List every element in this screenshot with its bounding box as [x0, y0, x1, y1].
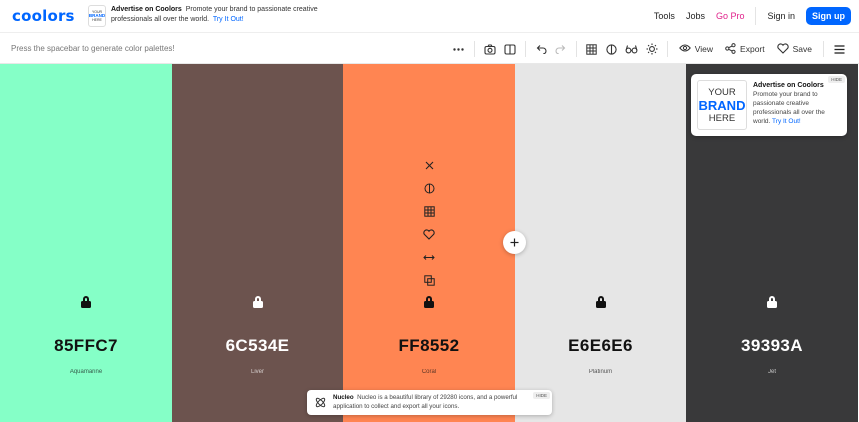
view-label: View [694, 44, 714, 54]
favorite-heart-icon[interactable] [422, 227, 436, 241]
sign-in-link[interactable]: Sign in [767, 11, 795, 21]
brightness-icon[interactable] [642, 40, 662, 58]
grid-view-icon[interactable] [582, 40, 602, 58]
toolbar-divider [524, 41, 526, 57]
shades-icon[interactable] [422, 181, 436, 195]
add-color-plus-icon[interactable] [503, 231, 526, 254]
hex-code[interactable]: 6C534E [172, 336, 343, 356]
color-name: Liver [250, 369, 264, 375]
top-navigation-bar: coolors YOUR BRAND HERE Advertise on Coo… [0, 0, 859, 32]
undo-icon[interactable] [531, 40, 551, 58]
hex-code[interactable]: 85FFC7 [0, 336, 172, 356]
export-label: Export [740, 44, 765, 54]
share-icon [725, 42, 736, 56]
hex-code[interactable]: FF8552 [343, 336, 515, 356]
main-nav: Tools Jobs Go Pro Sign in Sign up [643, 7, 851, 25]
ad-brand-logo: YOUR BRAND HERE [88, 5, 106, 27]
more-options-icon[interactable] [449, 40, 469, 58]
toolbar-divider [823, 41, 824, 57]
nav-divider [755, 7, 757, 25]
lock-icon[interactable] [595, 296, 606, 308]
color-name: Jet [767, 369, 776, 375]
header-ad-link[interactable]: Try It Out! [213, 16, 244, 23]
spacebar-hint: Press the spacebar to generate color pal… [11, 44, 175, 53]
color-name: Coral [421, 369, 437, 375]
color-name: Platinum [588, 369, 613, 375]
save-button[interactable]: Save [771, 40, 818, 58]
hex-code[interactable]: E6E6E6 [515, 336, 686, 356]
header-ad[interactable]: YOUR BRAND HERE Advertise on Coolors Pro… [88, 5, 331, 27]
color-swatch[interactable]: 6C534E Liver [172, 64, 343, 422]
glasses-icon[interactable] [622, 40, 642, 58]
hex-code[interactable]: 39393A [686, 336, 858, 356]
view-button[interactable]: View [673, 40, 719, 58]
grid-icon[interactable] [422, 204, 436, 218]
sidebar-ad-card[interactable]: YOUR BRAND HERE Advertise on Coolors Pro… [691, 74, 847, 136]
nucleo-ad-text: Nucleo Nucleo is a beautiful library of … [333, 394, 518, 410]
drag-arrows-icon[interactable] [422, 250, 436, 264]
lock-icon[interactable] [252, 296, 263, 308]
save-label: Save [792, 44, 812, 54]
toolbar-divider [473, 41, 475, 57]
hide-nucleo-button[interactable]: HIDE [533, 392, 550, 399]
color-name: Aquamarine [69, 369, 103, 375]
redo-icon[interactable] [551, 40, 571, 58]
hamburger-menu-icon[interactable] [829, 40, 849, 58]
nav-tools[interactable]: Tools [654, 11, 675, 21]
nucleo-ad-banner[interactable]: Nucleo Nucleo is a beautiful library of … [307, 390, 552, 415]
nucleo-logo-icon [313, 395, 328, 410]
ad-card-link[interactable]: Try It Out! [772, 118, 801, 125]
heart-icon [776, 42, 789, 56]
nav-go-pro[interactable]: Go Pro [716, 11, 745, 21]
eye-icon [678, 44, 691, 54]
toolbar-divider [666, 41, 668, 57]
camera-icon[interactable] [480, 40, 500, 58]
toolbar-actions: View Export Save [449, 40, 849, 58]
color-swatch[interactable]: FF8552 Coral [343, 64, 515, 422]
color-swatch[interactable]: 85FFC7 Aquamarine [0, 64, 172, 422]
hide-ad-button[interactable]: HIDE [828, 76, 845, 83]
lock-icon[interactable] [767, 296, 777, 308]
coolors-logo[interactable]: coolors [12, 7, 75, 25]
copy-icon[interactable] [422, 273, 436, 287]
color-tools [422, 158, 436, 287]
sign-up-button[interactable]: Sign up [806, 7, 851, 25]
header-ad-text: Advertise on Coolors Promote your brand … [111, 6, 318, 23]
nav-jobs[interactable]: Jobs [686, 11, 705, 21]
export-button[interactable]: Export [719, 40, 771, 58]
lock-icon[interactable] [424, 296, 434, 308]
ad-brand-logo: YOUR BRAND HERE [697, 80, 747, 130]
toolbar-divider [575, 41, 577, 57]
palette-toolbar: Press the spacebar to generate color pal… [0, 32, 859, 64]
contrast-icon[interactable] [602, 40, 622, 58]
sidebar-toggle-icon[interactable] [500, 40, 520, 58]
lock-icon[interactable] [81, 296, 91, 308]
remove-color-icon[interactable] [422, 158, 436, 172]
ad-card-text: Advertise on Coolors Promote your brand … [753, 82, 825, 125]
color-swatch[interactable]: E6E6E6 Platinum [515, 64, 686, 422]
